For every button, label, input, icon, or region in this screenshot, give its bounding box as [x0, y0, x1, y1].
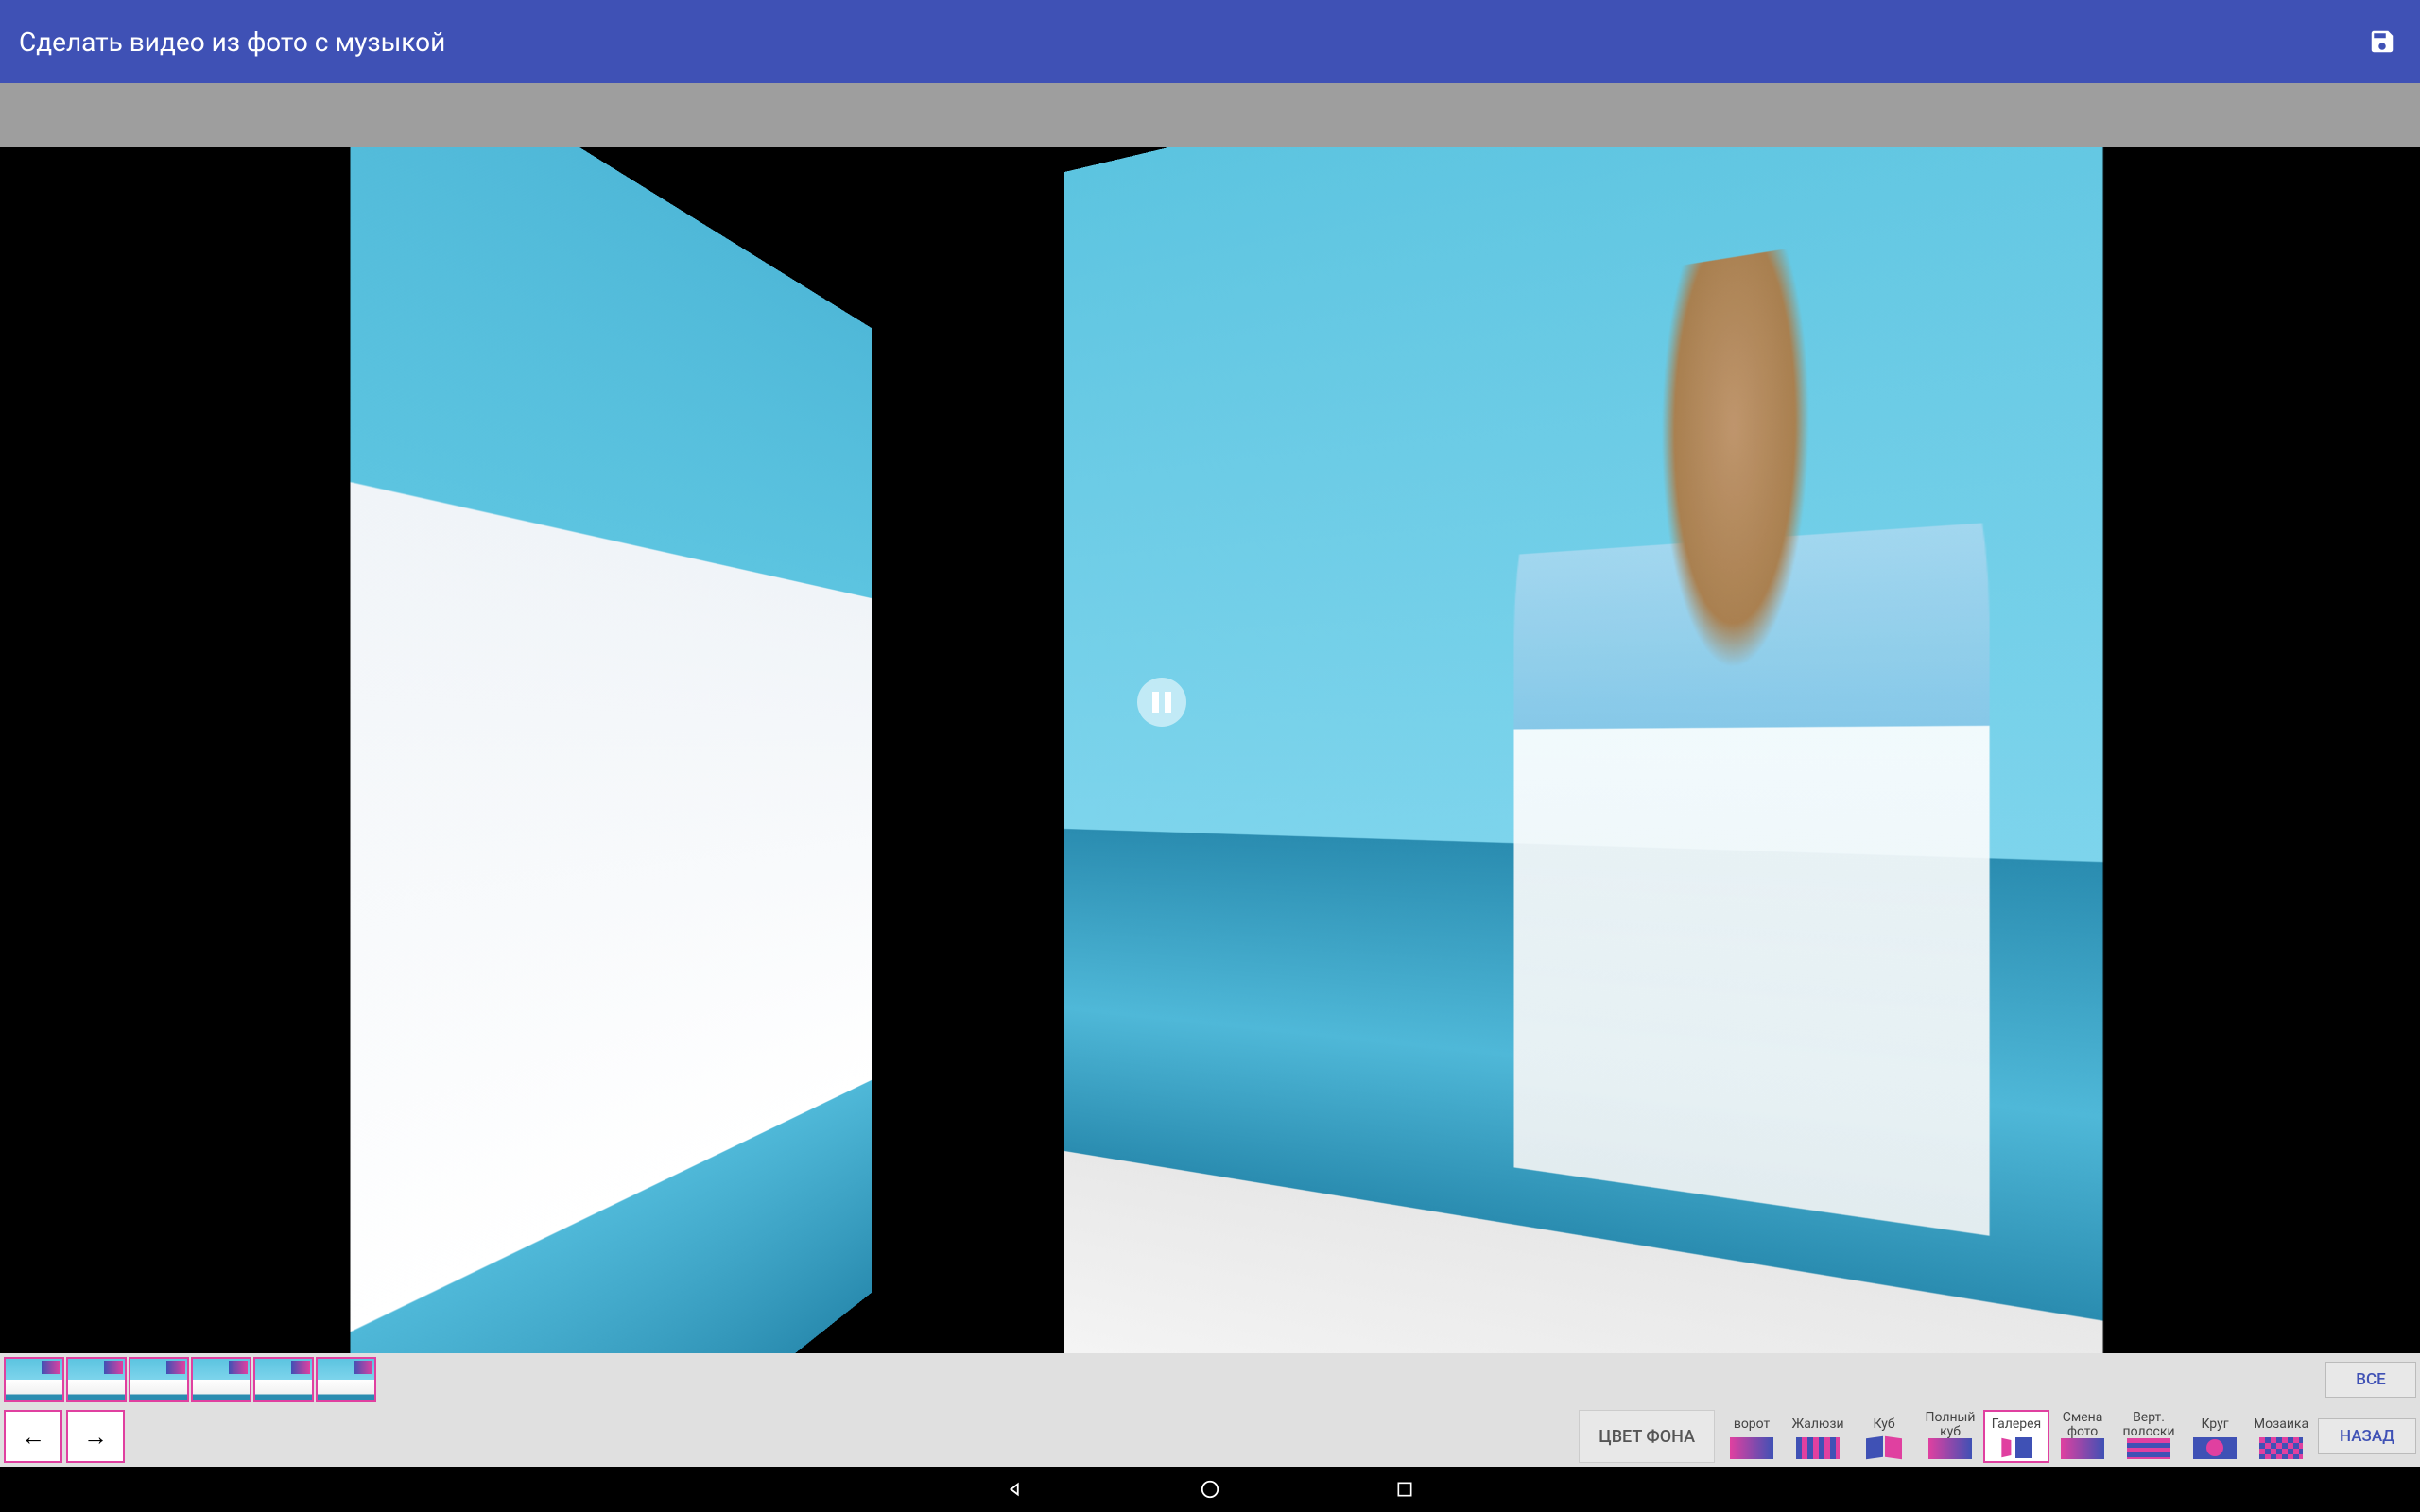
thumbnail[interactable]: [253, 1357, 314, 1402]
change-icon: [2061, 1438, 2104, 1459]
thumbnail[interactable]: [4, 1357, 64, 1402]
background-color-button[interactable]: ЦВЕТ ФОНА: [1579, 1410, 1715, 1463]
effect-full-cube[interactable]: Полный куб: [1917, 1410, 1983, 1463]
next-button[interactable]: →: [66, 1410, 125, 1463]
thumbnail[interactable]: [129, 1357, 189, 1402]
vstripes-icon: [2127, 1438, 2170, 1459]
thumbnail[interactable]: [66, 1357, 127, 1402]
bottom-controls: ВСЕ ← → ЦВЕТ ФОНА ворот Жалюзи Куб Полны…: [0, 1353, 2420, 1467]
effect-circle[interactable]: Круг: [2182, 1410, 2248, 1463]
thumbnail-strip: [4, 1357, 376, 1402]
blinds-icon: [1796, 1437, 1840, 1459]
gallery-panel-right: [1064, 147, 2103, 1353]
thumbnail[interactable]: [316, 1357, 376, 1402]
mosaic-icon: [2259, 1437, 2303, 1459]
back-button[interactable]: НАЗАД: [2318, 1418, 2416, 1454]
nav-recent-icon[interactable]: [1392, 1477, 1417, 1502]
effect-vertical-stripes[interactable]: Верт. полоски: [2116, 1410, 2182, 1463]
top-spacer: [0, 83, 2420, 147]
full-cube-icon: [1928, 1438, 1972, 1459]
rotate-icon: [1730, 1437, 1773, 1459]
effect-change-photo[interactable]: Смена фото: [2049, 1410, 2116, 1463]
nav-home-icon[interactable]: [1198, 1477, 1222, 1502]
effect-rotate[interactable]: ворот: [1719, 1410, 1785, 1463]
effects-strip: ворот Жалюзи Куб Полный куб Галерея Смен…: [1719, 1410, 2314, 1463]
effect-gallery[interactable]: Галерея: [1983, 1410, 2049, 1463]
app-header: Сделать видео из фото с музыкой: [0, 0, 2420, 83]
save-icon: [2368, 27, 2396, 56]
app-title: Сделать видео из фото с музыкой: [19, 26, 2363, 58]
video-preview[interactable]: [0, 147, 2420, 1353]
effect-blinds[interactable]: Жалюзи: [1785, 1410, 1851, 1463]
thumbnail[interactable]: [191, 1357, 251, 1402]
gallery-icon: [1995, 1437, 2038, 1459]
save-button[interactable]: [2363, 23, 2401, 60]
circle-icon: [2193, 1437, 2237, 1459]
prev-button[interactable]: ←: [4, 1410, 62, 1463]
gallery-panel-left: [350, 147, 872, 1353]
cube-icon: [1862, 1437, 1906, 1459]
effect-mosaic[interactable]: Мозаика: [2248, 1410, 2314, 1463]
effect-cube[interactable]: Куб: [1851, 1410, 1917, 1463]
all-button[interactable]: ВСЕ: [2325, 1362, 2416, 1398]
nav-back-icon[interactable]: [1003, 1477, 1028, 1502]
android-navbar: [0, 1467, 2420, 1512]
